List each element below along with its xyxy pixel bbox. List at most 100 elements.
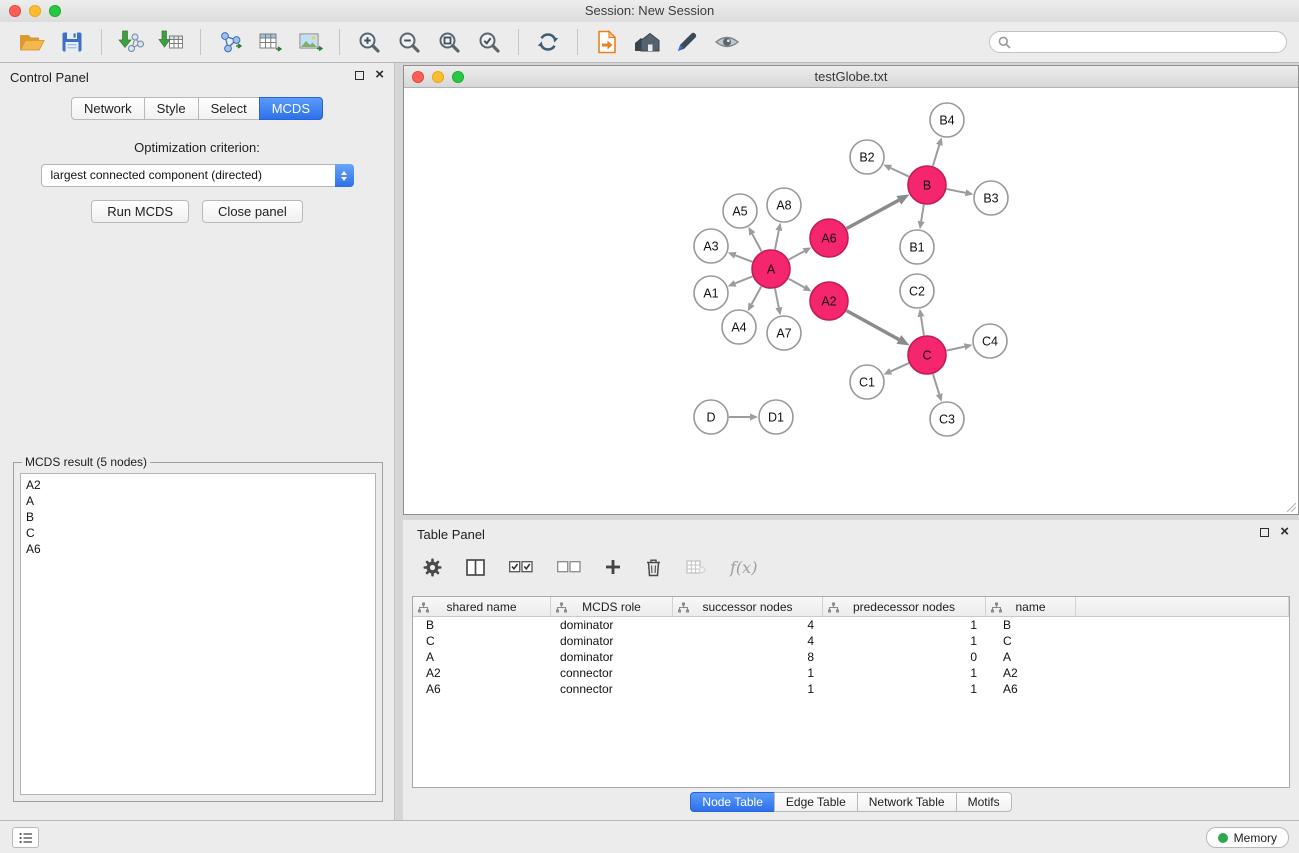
- show-columns-button[interactable]: [466, 559, 485, 576]
- graph-node-A3[interactable]: A3: [694, 229, 728, 263]
- graph-edge-A-A6[interactable]: [789, 247, 812, 259]
- network-canvas[interactable]: B4B2BB3B1A5A8A6A3AA1A2C2A4A7C4CC1C3DD1: [404, 88, 1298, 513]
- table-row[interactable]: Bdominator41B: [413, 617, 1289, 633]
- zoom-fit-button[interactable]: [429, 25, 469, 59]
- zoom-out-button[interactable]: [389, 25, 429, 59]
- task-history-button[interactable]: [12, 827, 39, 848]
- graph-node-B3[interactable]: B3: [974, 181, 1008, 215]
- tab-node-table[interactable]: Node Table: [690, 792, 775, 812]
- graph-edge-A2-C[interactable]: [847, 311, 910, 346]
- network-minimize-button[interactable]: [432, 71, 444, 83]
- tab-network[interactable]: Network: [71, 97, 145, 120]
- graph-node-D1[interactable]: D1: [759, 400, 793, 434]
- column-header-successor-nodes[interactable]: successor nodes: [673, 597, 823, 616]
- criterion-select[interactable]: largest connected component (directed): [41, 164, 354, 187]
- graph-edge-C-C1[interactable]: [883, 363, 908, 374]
- fullscreen-window-button[interactable]: [49, 5, 61, 17]
- tab-motifs[interactable]: Motifs: [956, 792, 1012, 812]
- graph-node-A7[interactable]: A7: [767, 316, 801, 350]
- graph-edge-B-B4[interactable]: [933, 137, 943, 166]
- mcds-result-list[interactable]: A2ABCA6: [20, 473, 376, 795]
- export-image-button[interactable]: [290, 25, 330, 59]
- run-mcds-button[interactable]: Run MCDS: [91, 200, 189, 223]
- annotation-pen-button[interactable]: [667, 25, 707, 59]
- graph-node-B4[interactable]: B4: [930, 103, 964, 137]
- float-panel-button[interactable]: [355, 71, 364, 80]
- zoom-selected-button[interactable]: [469, 25, 509, 59]
- graph-edge-D-D1[interactable]: [729, 414, 758, 421]
- home-button[interactable]: [627, 25, 667, 59]
- save-session-button[interactable]: [52, 25, 92, 59]
- graph-node-A[interactable]: A: [752, 250, 790, 288]
- graph-node-A2[interactable]: A2: [810, 282, 848, 320]
- graph-node-B2[interactable]: B2: [850, 140, 884, 174]
- graph-edge-A6-B[interactable]: [847, 195, 910, 229]
- graph-node-A4[interactable]: A4: [722, 310, 756, 344]
- table-row[interactable]: Adominator80A: [413, 649, 1289, 665]
- close-window-button[interactable]: [9, 5, 21, 17]
- table-settings-button[interactable]: [423, 558, 442, 577]
- minimize-window-button[interactable]: [29, 5, 41, 17]
- delete-table-button[interactable]: [686, 559, 706, 575]
- zoom-in-button[interactable]: [349, 25, 389, 59]
- graph-node-A5[interactable]: A5: [723, 194, 757, 228]
- delete-column-button[interactable]: [645, 558, 662, 577]
- search-input[interactable]: [1016, 35, 1278, 49]
- open-file-button[interactable]: [12, 25, 52, 59]
- graph-node-A8[interactable]: A8: [767, 188, 801, 222]
- search-field[interactable]: [989, 31, 1287, 53]
- function-builder-button[interactable]: f(x): [730, 558, 757, 577]
- tab-mcds[interactable]: MCDS: [259, 97, 323, 120]
- graph-node-B[interactable]: B: [908, 166, 946, 204]
- table-row[interactable]: Cdominator41C: [413, 633, 1289, 649]
- mcds-result-item[interactable]: B: [26, 509, 370, 525]
- graph-edge-C-C4[interactable]: [947, 343, 973, 350]
- network-zoom-button[interactable]: [452, 71, 464, 83]
- tab-network-table[interactable]: Network Table: [857, 792, 957, 812]
- column-header-predecessor-nodes[interactable]: predecessor nodes: [823, 597, 986, 616]
- graph-edge-A-A3[interactable]: [728, 252, 753, 262]
- graph-edge-B-B3[interactable]: [947, 189, 974, 196]
- close-panel-action-button[interactable]: Close panel: [202, 200, 303, 223]
- float-table-panel-button[interactable]: [1260, 528, 1269, 537]
- mcds-result-item[interactable]: A2: [26, 477, 370, 493]
- graph-node-A6[interactable]: A6: [810, 219, 848, 257]
- graph-edge-B-B2[interactable]: [883, 165, 909, 177]
- create-column-button[interactable]: [605, 559, 621, 575]
- close-panel-button[interactable]: ×: [375, 70, 384, 80]
- import-network-button[interactable]: [111, 25, 151, 59]
- graph-node-A1[interactable]: A1: [694, 276, 728, 310]
- network-close-button[interactable]: [412, 71, 424, 83]
- deselect-all-columns-button[interactable]: [557, 560, 581, 574]
- graph-edge-C-C3[interactable]: [933, 374, 943, 402]
- table-row[interactable]: A6connector11A6: [413, 681, 1289, 697]
- table-row[interactable]: A2connector11A2: [413, 665, 1289, 681]
- graph-edge-A-A5[interactable]: [748, 227, 761, 251]
- column-header-shared-name[interactable]: shared name: [413, 597, 551, 616]
- tab-style[interactable]: Style: [144, 97, 199, 120]
- graph-node-D[interactable]: D: [694, 400, 728, 434]
- graph-edge-A-A8[interactable]: [775, 223, 782, 250]
- apply-layout-button[interactable]: [528, 25, 568, 59]
- column-header-name[interactable]: name: [986, 597, 1076, 616]
- tab-edge-table[interactable]: Edge Table: [774, 792, 858, 812]
- resize-grip[interactable]: [1285, 501, 1297, 513]
- mcds-result-item[interactable]: A6: [26, 541, 370, 557]
- graph-node-C3[interactable]: C3: [930, 402, 964, 436]
- graph-edge-B-B1[interactable]: [918, 205, 925, 229]
- mcds-result-item[interactable]: C: [26, 525, 370, 541]
- graph-edge-A-A1[interactable]: [728, 276, 753, 286]
- import-table-button[interactable]: [151, 25, 191, 59]
- tab-select[interactable]: Select: [198, 97, 260, 120]
- graph-node-C4[interactable]: C4: [973, 324, 1007, 358]
- mcds-result-item[interactable]: A: [26, 493, 370, 509]
- file-transfer-button[interactable]: [587, 25, 627, 59]
- memory-button[interactable]: Memory: [1206, 827, 1289, 848]
- graph-node-C2[interactable]: C2: [900, 274, 934, 308]
- column-header-mcds-role[interactable]: MCDS role: [551, 597, 673, 616]
- graph-node-B1[interactable]: B1: [900, 230, 934, 264]
- graph-edge-A-A2[interactable]: [789, 279, 812, 292]
- export-network-button[interactable]: [210, 25, 250, 59]
- export-table-button[interactable]: [250, 25, 290, 59]
- graph-node-C1[interactable]: C1: [850, 365, 884, 399]
